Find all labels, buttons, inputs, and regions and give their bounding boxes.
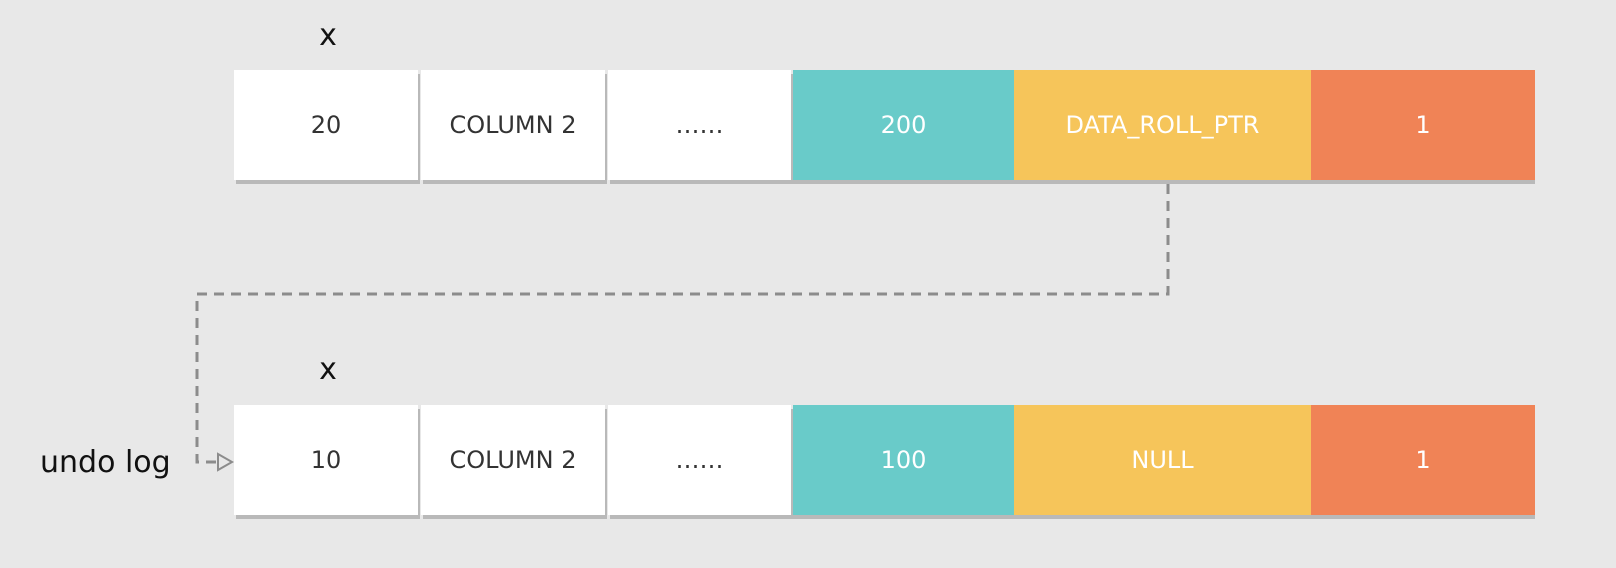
cell-trx-id: 100 [793, 405, 1014, 515]
cell-row-id: 10 [234, 405, 418, 515]
arrowhead-icon [217, 452, 235, 472]
cell-ellipsis: …… [608, 405, 791, 515]
record-row-undo: 10 COLUMN 2 …… 100 NULL 1 [234, 405, 1542, 519]
cell-roll-ptr: NULL [1014, 405, 1311, 515]
cell-flag: 1 [1311, 405, 1535, 515]
row2-x-label: x [319, 352, 337, 387]
undo-log-label: undo log [40, 445, 171, 480]
cell-column-2: COLUMN 2 [421, 405, 605, 515]
